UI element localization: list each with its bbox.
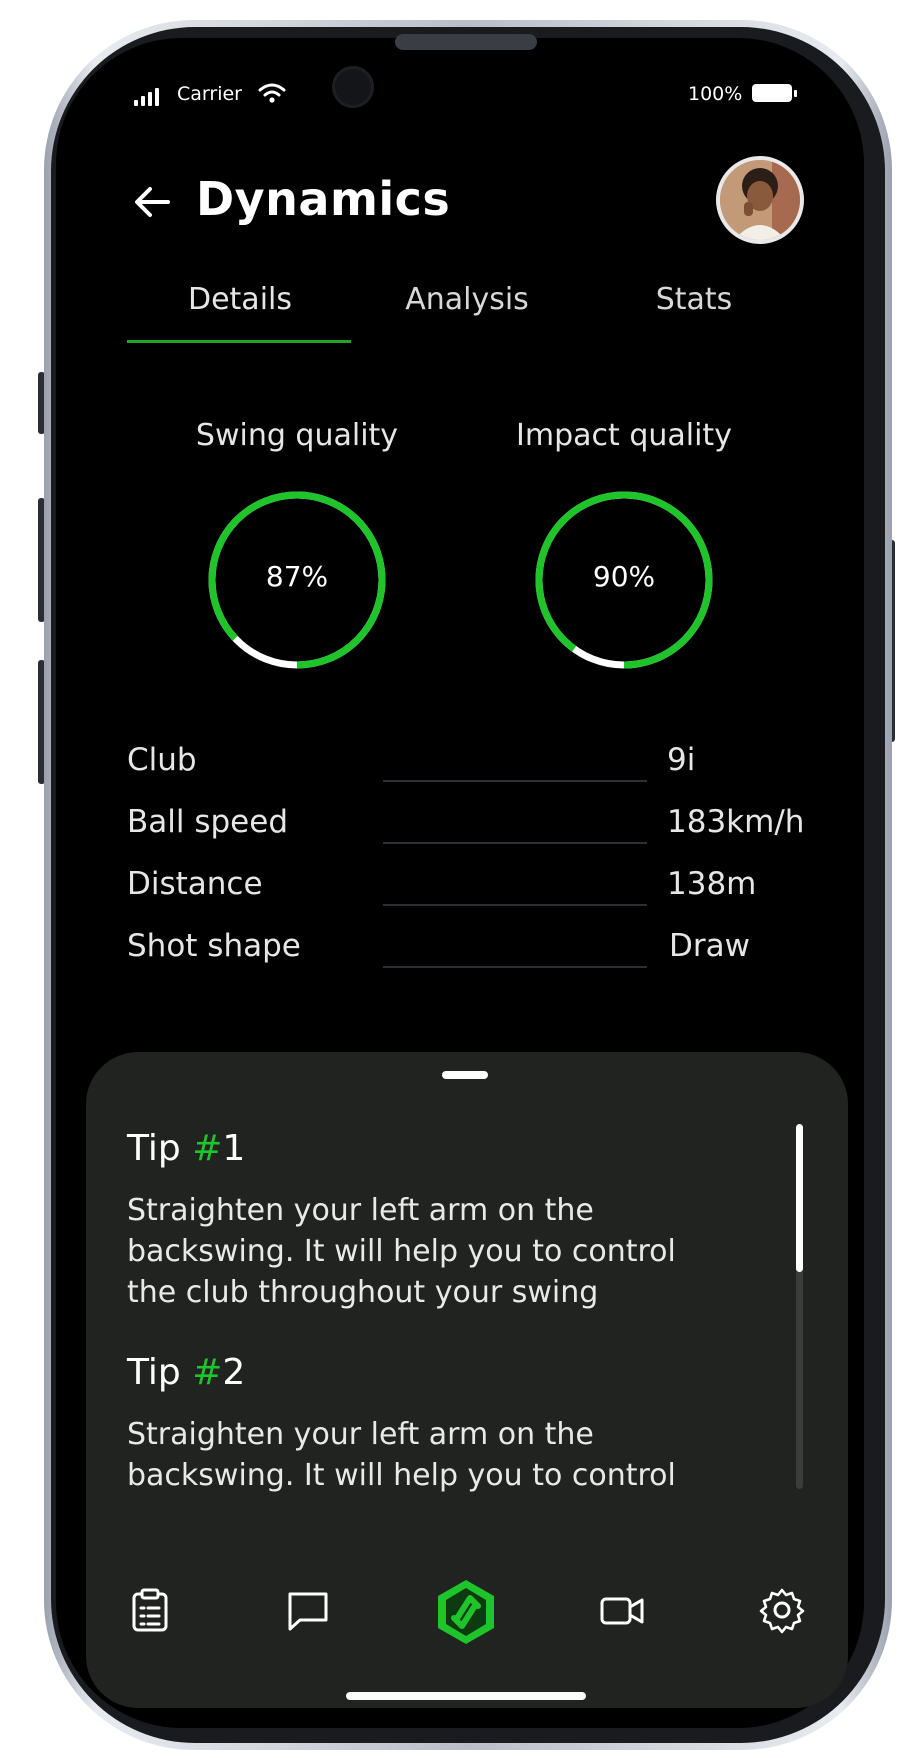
detail-divider bbox=[383, 966, 647, 968]
page-title: Dynamics bbox=[196, 172, 451, 226]
detail-label: Distance bbox=[127, 866, 263, 902]
speaker-grille bbox=[395, 34, 537, 50]
avatar-photo bbox=[720, 160, 800, 240]
active-tab-indicator bbox=[127, 340, 351, 343]
detail-label: Shot shape bbox=[127, 928, 301, 964]
back-arrow-icon[interactable] bbox=[132, 182, 172, 222]
tip-1-text: Straighten your left arm on the backswin… bbox=[127, 1193, 676, 1310]
tab-stats[interactable]: Stats bbox=[581, 282, 807, 317]
app-logo-icon[interactable] bbox=[430, 1576, 502, 1648]
detail-label: Club bbox=[127, 742, 197, 778]
tip-prefix: Tip bbox=[127, 1352, 193, 1393]
tip-number: 2 bbox=[222, 1352, 246, 1393]
tab-details[interactable]: Details bbox=[127, 282, 353, 317]
tip-hash: # bbox=[192, 1128, 223, 1169]
tab-analysis[interactable]: Analysis bbox=[354, 282, 580, 317]
swing-quality-value: 87% bbox=[265, 560, 329, 593]
tip-2-title: Tip #2 bbox=[127, 1352, 245, 1393]
sheet-drag-handle[interactable] bbox=[442, 1071, 488, 1079]
impact-quality-label: Impact quality bbox=[516, 418, 732, 453]
battery-percent: 100% bbox=[688, 83, 743, 105]
clipboard-icon[interactable] bbox=[126, 1586, 174, 1634]
detail-divider bbox=[383, 904, 647, 906]
detail-divider bbox=[383, 780, 647, 782]
tips-scrollbar-thumb[interactable] bbox=[796, 1124, 803, 1272]
tab-bar: Details Analysis Stats bbox=[127, 282, 807, 344]
chat-icon[interactable] bbox=[284, 1586, 332, 1634]
detail-value: Draw bbox=[669, 928, 750, 964]
tip-number: 1 bbox=[222, 1128, 246, 1169]
status-bar: Carrier 100% bbox=[0, 80, 920, 110]
tip-2-text: Straighten your left arm on the backswin… bbox=[127, 1417, 676, 1493]
battery-icon bbox=[752, 84, 792, 102]
wifi-icon bbox=[258, 83, 286, 103]
video-camera-icon[interactable] bbox=[598, 1586, 646, 1634]
avatar[interactable] bbox=[716, 156, 804, 244]
tip-1-title: Tip #1 bbox=[127, 1128, 245, 1169]
detail-divider bbox=[383, 842, 647, 844]
detail-value: 138m bbox=[667, 866, 757, 902]
detail-value: 9i bbox=[667, 742, 696, 778]
carrier-label: Carrier bbox=[177, 83, 242, 105]
tip-hash: # bbox=[192, 1352, 223, 1393]
battery-tip bbox=[794, 90, 797, 97]
impact-quality-value: 90% bbox=[592, 560, 656, 593]
detail-label: Ball speed bbox=[127, 804, 288, 840]
gear-icon[interactable] bbox=[758, 1586, 806, 1634]
home-indicator[interactable] bbox=[346, 1692, 586, 1700]
detail-value: 183km/h bbox=[667, 804, 805, 840]
tip-prefix: Tip bbox=[127, 1128, 193, 1169]
swing-quality-label: Swing quality bbox=[195, 418, 399, 453]
